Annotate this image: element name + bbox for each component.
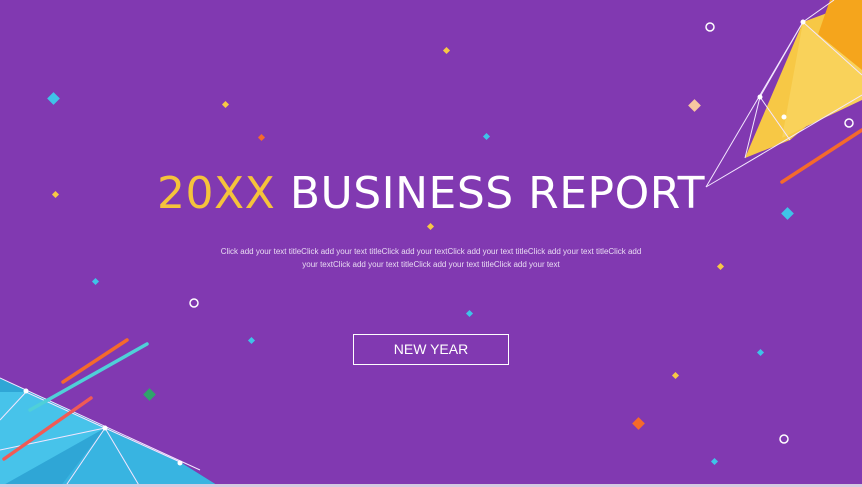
confetti-ring xyxy=(189,298,199,308)
confetti-dot xyxy=(426,222,435,231)
confetti-ring xyxy=(705,22,715,32)
network-node xyxy=(23,388,29,394)
confetti-dot xyxy=(257,133,266,142)
confetti-dot xyxy=(91,277,100,286)
confetti-dot xyxy=(465,309,474,318)
confetti-diamond xyxy=(47,92,60,105)
confetti-dot xyxy=(247,336,256,345)
title-main-text: BUSINESS REPORT xyxy=(289,168,705,219)
network-node xyxy=(177,460,183,466)
confetti-ring xyxy=(844,118,854,128)
confetti-dot xyxy=(756,348,765,357)
network-node xyxy=(800,19,806,25)
subtitle-line-1: Click add your text titleClick add your … xyxy=(220,247,642,256)
confetti-diamond xyxy=(143,388,156,401)
slide-subtitle: Click add your text titleClick add your … xyxy=(210,245,652,271)
new-year-button[interactable]: NEW YEAR xyxy=(353,334,509,365)
subtitle-line-2: your textClick add your text titleClick … xyxy=(302,260,560,269)
confetti-dot xyxy=(442,46,451,55)
slide-title: 20XX BUSINESS REPORT xyxy=(0,168,862,219)
confetti-dot xyxy=(671,371,680,380)
confetti-dot xyxy=(221,100,230,109)
confetti-dot xyxy=(716,262,725,271)
confetti-diamond xyxy=(688,99,701,112)
confetti-ring xyxy=(779,434,789,444)
confetti-dot xyxy=(482,132,491,141)
confetti-diamond xyxy=(632,417,645,430)
network-node xyxy=(102,425,108,431)
background-decoration xyxy=(0,0,862,487)
network-node xyxy=(757,94,763,100)
slide: 20XX BUSINESS REPORT Click add your text… xyxy=(0,0,862,487)
title-accent-year: 20XX xyxy=(157,168,276,219)
confetti-dot xyxy=(710,457,719,466)
network-node xyxy=(781,114,787,120)
